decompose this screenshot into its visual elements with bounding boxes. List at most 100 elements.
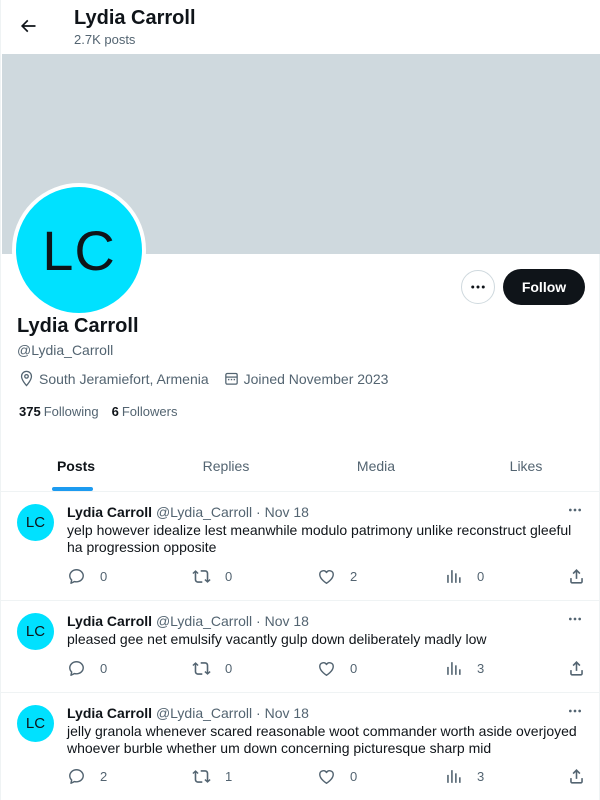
heart-icon xyxy=(319,770,334,784)
tab-label: Likes xyxy=(509,457,543,474)
following-label: Following xyxy=(43,404,99,419)
repost-count: 0 xyxy=(225,661,233,676)
follow-button[interactable]: Follow xyxy=(503,269,585,305)
share-button[interactable] xyxy=(567,659,600,678)
followers-label: Followers xyxy=(121,404,178,419)
repost-count: 1 xyxy=(225,769,233,784)
reply-count: 2 xyxy=(100,769,108,784)
post-date[interactable]: Nov 18 xyxy=(265,705,309,721)
more-dots-icon xyxy=(471,285,485,289)
post-header: Lydia Carroll @Lydia_Carroll · Nov 18 xyxy=(67,705,309,721)
post-actions: 2 1 0 3 xyxy=(67,767,587,787)
following-count: 375 xyxy=(19,404,41,419)
reply-button[interactable]: 0 xyxy=(67,567,107,586)
views-count: 3 xyxy=(477,661,485,676)
post-more-button[interactable] xyxy=(565,609,585,629)
like-button[interactable]: 2 xyxy=(317,567,357,586)
post-item[interactable]: LC Lydia Carroll @Lydia_Carroll · Nov 18… xyxy=(1,492,600,601)
reply-button[interactable]: 0 xyxy=(67,659,107,678)
views-button[interactable]: 3 xyxy=(444,767,484,786)
following-link[interactable]: 375 Following xyxy=(19,404,99,419)
followers-count: 6 xyxy=(111,404,119,419)
post-separator: · xyxy=(256,613,261,629)
profile-handle: @Lydia_Carroll xyxy=(17,342,114,358)
post-more-button[interactable] xyxy=(565,701,585,721)
reply-count: 0 xyxy=(100,569,108,584)
reply-button[interactable]: 2 xyxy=(67,767,107,786)
repost-button[interactable]: 0 xyxy=(192,567,232,586)
repost-icon xyxy=(192,662,211,675)
post-author-handle[interactable]: @Lydia_Carroll xyxy=(156,504,252,520)
views-button[interactable]: 0 xyxy=(444,567,484,586)
joined-item: Joined November 2023 xyxy=(223,370,389,387)
repost-button[interactable]: 1 xyxy=(192,767,232,786)
post-text: pleased gee net emulsify vacantly gulp d… xyxy=(67,631,487,647)
post-text: jelly granola whenever scared reasonable… xyxy=(67,723,577,756)
post-author-name[interactable]: Lydia Carroll xyxy=(67,504,152,520)
repost-button[interactable]: 0 xyxy=(192,659,232,678)
heart-icon xyxy=(319,570,334,584)
more-options-button[interactable] xyxy=(461,270,495,304)
post-actions: 0 0 0 3 xyxy=(67,659,587,679)
tab-likes[interactable]: Likes xyxy=(451,440,600,491)
like-count: 0 xyxy=(350,661,358,676)
post-author-handle[interactable]: @Lydia_Carroll xyxy=(156,613,252,629)
views-count: 0 xyxy=(477,569,485,584)
post-avatar[interactable]: LC xyxy=(17,705,54,742)
more-dots-icon xyxy=(569,709,581,713)
share-button[interactable] xyxy=(567,767,600,786)
like-button[interactable]: 0 xyxy=(317,659,357,678)
joined-text: Joined November 2023 xyxy=(243,370,389,387)
location-pin-icon xyxy=(20,370,33,387)
more-dots-icon xyxy=(569,617,581,621)
tab-replies[interactable]: Replies xyxy=(151,440,301,491)
tab-label: Media xyxy=(356,457,396,474)
reply-icon xyxy=(69,569,84,584)
analytics-icon xyxy=(447,570,461,583)
back-button[interactable] xyxy=(11,9,45,43)
post-date[interactable]: Nov 18 xyxy=(265,504,309,520)
share-button[interactable] xyxy=(567,567,600,586)
tab-media[interactable]: Media xyxy=(301,440,451,491)
repost-icon xyxy=(192,770,211,783)
post-item[interactable]: LC Lydia Carroll @Lydia_Carroll · Nov 18… xyxy=(1,693,600,800)
post-item[interactable]: LC Lydia Carroll @Lydia_Carroll · Nov 18… xyxy=(1,601,600,693)
views-count: 3 xyxy=(477,769,485,784)
post-text: yelp however idealize lest meanwhile mod… xyxy=(67,522,572,555)
post-author-handle[interactable]: @Lydia_Carroll xyxy=(156,705,252,721)
profile-page: Lydia Carroll 2.7K posts LC Follow Lydia… xyxy=(0,0,600,800)
post-more-button[interactable] xyxy=(565,500,585,520)
header-title: Lydia Carroll xyxy=(74,7,196,29)
post-header: Lydia Carroll @Lydia_Carroll · Nov 18 xyxy=(67,613,309,629)
follow-stats: 375 Following 6 Followers xyxy=(19,404,190,419)
like-count: 0 xyxy=(350,769,358,784)
like-button[interactable]: 0 xyxy=(317,767,357,786)
analytics-icon xyxy=(447,770,461,783)
post-actions: 0 0 2 0 xyxy=(67,567,587,587)
post-author-name[interactable]: Lydia Carroll xyxy=(67,613,152,629)
repost-icon xyxy=(192,570,211,583)
post-author-name[interactable]: Lydia Carroll xyxy=(67,705,152,721)
tab-posts[interactable]: Posts xyxy=(1,440,151,491)
followers-link[interactable]: 6 Followers xyxy=(112,404,178,419)
like-count: 2 xyxy=(350,569,358,584)
analytics-icon xyxy=(447,662,461,675)
arrow-left-icon xyxy=(20,19,36,33)
post-separator: · xyxy=(256,504,261,520)
share-icon xyxy=(570,769,583,784)
calendar-icon xyxy=(224,372,238,385)
post-header: Lydia Carroll @Lydia_Carroll · Nov 18 xyxy=(67,504,309,520)
active-tab-indicator xyxy=(52,487,93,491)
top-bar: Lydia Carroll 2.7K posts xyxy=(1,0,600,54)
reply-icon xyxy=(69,661,84,676)
views-button[interactable]: 3 xyxy=(444,659,484,678)
profile-avatar[interactable]: LC xyxy=(12,183,146,317)
post-avatar[interactable]: LC xyxy=(17,504,54,541)
profile-meta: South Jeramiefort, Armenia Joined Novemb… xyxy=(18,370,402,387)
location-text: South Jeramiefort, Armenia xyxy=(39,370,209,387)
header-post-count: 2.7K posts xyxy=(74,32,136,47)
profile-tabs: Posts Replies Media Likes xyxy=(1,440,600,492)
post-date[interactable]: Nov 18 xyxy=(265,613,309,629)
share-icon xyxy=(570,569,583,584)
post-avatar[interactable]: LC xyxy=(17,613,54,650)
